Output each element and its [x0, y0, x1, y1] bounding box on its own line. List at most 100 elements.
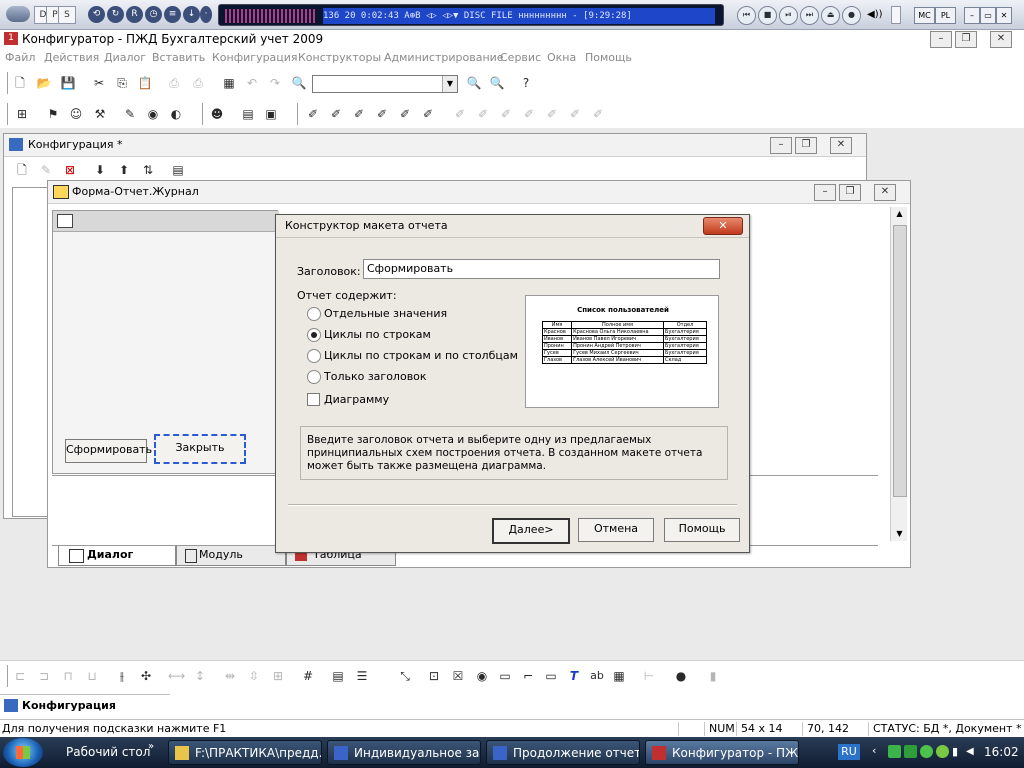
option-row-col-loops-label[interactable]: Циклы по строкам и по столбцам — [324, 349, 518, 362]
config-properties-icon[interactable]: ▤ — [170, 162, 186, 178]
constructor-5-icon[interactable]: ✐ — [397, 106, 413, 122]
align-top-icon[interactable]: ⊓ — [60, 668, 76, 684]
start-button[interactable] — [3, 738, 43, 767]
task-explorer[interactable]: F:\ПРАКТИКА\предд... — [168, 740, 322, 765]
ole-control-icon[interactable]: ● — [673, 668, 689, 684]
speaker-icon[interactable]: ◀ — [966, 745, 979, 758]
tab-order-icon[interactable]: ▤ — [330, 668, 346, 684]
dialog-titlebar[interactable]: Конструктор макета отчета ✕ — [276, 215, 749, 238]
find-next-icon[interactable]: 🔍 — [466, 75, 482, 91]
record-round-icon[interactable]: ● — [842, 6, 861, 25]
center-horizontal-icon[interactable]: ⫲ — [114, 668, 130, 684]
constructor-4-icon[interactable]: ✐ — [374, 106, 390, 122]
cut-icon[interactable]: ✂ — [91, 75, 107, 91]
constructor-12-icon[interactable]: ✐ — [567, 106, 583, 122]
scroll-up-icon[interactable]: ▲ — [891, 207, 908, 221]
interfaces-icon[interactable]: ✎ — [122, 106, 138, 122]
header-input[interactable]: Сформировать — [363, 259, 720, 279]
chevron-down-icon[interactable]: ▼ — [442, 76, 457, 92]
dialog-close-icon[interactable]: ✕ — [703, 217, 743, 235]
pointer-icon[interactable]: ⤡ — [397, 668, 413, 684]
constructor-10-icon[interactable]: ✐ — [521, 106, 537, 122]
shuffle-icon[interactable]: ⟲ — [88, 6, 105, 23]
chart-checkbox-label[interactable]: Диаграмму — [324, 393, 389, 406]
constructor-1-icon[interactable]: ✐ — [305, 106, 321, 122]
combo-control-icon[interactable]: ▭ — [543, 668, 559, 684]
media-shade-icon[interactable]: ▭ — [980, 7, 996, 24]
print-preview-icon[interactable]: ⎙ — [190, 75, 206, 91]
group-control-icon[interactable]: ▭ — [497, 668, 513, 684]
toolbar-grip[interactable] — [198, 103, 203, 125]
config-window-titlebar[interactable]: Конфигурация * – ❐ ✕ — [4, 134, 866, 157]
play-pause-icon[interactable]: ⏯ — [779, 6, 798, 25]
tab-module[interactable]: Модуль — [176, 546, 286, 566]
menu-dialog[interactable]: Диалог — [104, 51, 146, 64]
move-up-icon[interactable]: ⬆ — [116, 162, 132, 178]
tray-app-4-icon[interactable] — [936, 745, 949, 758]
app-minimize-icon[interactable]: – — [930, 31, 952, 48]
next-button[interactable]: Далее> — [492, 518, 570, 544]
toolbar-expand-icon[interactable]: » — [148, 741, 154, 752]
equalizer-icon[interactable]: ≡ — [164, 6, 181, 23]
align-left-icon[interactable]: ⊏ — [12, 668, 28, 684]
volume-slider[interactable] — [891, 6, 901, 24]
undo-icon[interactable]: ↶ — [244, 75, 260, 91]
stop-icon[interactable]: ■ — [758, 6, 777, 25]
media-minimize-icon[interactable]: – — [964, 7, 980, 24]
menu-configuration[interactable]: Конфигурация — [212, 51, 298, 64]
constructor-8-icon[interactable]: ✐ — [475, 106, 491, 122]
button-control-icon[interactable]: ⊡ — [426, 668, 442, 684]
option-row-col-loops-radio[interactable] — [307, 349, 321, 363]
cancel-button[interactable]: Отмена — [578, 518, 654, 542]
metadata-icon[interactable]: ⚑ — [45, 106, 61, 122]
open-icon[interactable]: 📂 — [36, 75, 52, 91]
network-icon[interactable]: ▮ — [952, 745, 965, 758]
checkbox-control-icon[interactable]: ☒ — [450, 668, 466, 684]
form-vscrollbar[interactable]: ▲ ▼ — [890, 207, 907, 541]
rights-icon[interactable]: ⚒ — [92, 106, 108, 122]
save-icon[interactable]: 💾 — [60, 75, 76, 91]
constructor-7-icon[interactable]: ✐ — [452, 106, 468, 122]
language-indicator[interactable]: RU — [838, 744, 860, 760]
menu-constructors[interactable]: Конструкторы — [298, 51, 381, 64]
record-icon[interactable]: R — [126, 6, 143, 23]
align-right-icon[interactable]: ⊐ — [36, 668, 52, 684]
download-icon[interactable]: ↓ — [183, 6, 200, 23]
task-word-2[interactable]: Продолжение отчет... — [486, 740, 640, 765]
menu-windows[interactable]: Окна — [547, 51, 576, 64]
chart-checkbox[interactable] — [307, 393, 320, 406]
app-close-icon[interactable]: ✕ — [990, 31, 1012, 48]
search-combo[interactable]: ▼ — [312, 75, 458, 93]
menu-file[interactable]: Файл — [5, 51, 35, 64]
help-button[interactable]: Помощь — [664, 518, 740, 542]
config-restore-icon[interactable]: ❐ — [795, 137, 817, 154]
config-tab[interactable]: Конфигурация — [22, 699, 116, 712]
paste-icon[interactable]: 📋 — [137, 75, 153, 91]
config-minimize-icon[interactable]: – — [770, 137, 792, 154]
repeat-icon[interactable]: ↻ — [107, 6, 124, 23]
radio-control-icon[interactable]: ◉ — [474, 668, 490, 684]
copy-icon[interactable]: ⎘ — [114, 75, 130, 91]
new-icon[interactable]: 🗋 — [12, 75, 28, 91]
redo-icon[interactable]: ↷ — [267, 75, 283, 91]
config-new-icon[interactable]: 🗋 — [14, 162, 30, 178]
form-generate-button[interactable]: Сформировать — [65, 439, 152, 463]
next-track-icon[interactable]: ⏭ — [800, 6, 819, 25]
toolbar-grip[interactable] — [3, 103, 8, 125]
toolbar-grip[interactable] — [3, 665, 8, 687]
eject-icon[interactable]: ⏏ — [821, 6, 840, 25]
scroll-down-icon[interactable]: ▼ — [891, 527, 908, 541]
same-width-icon[interactable]: ⟷ — [168, 668, 185, 684]
option-single-values-label[interactable]: Отдельные значения — [324, 307, 447, 320]
config-edit-icon[interactable]: ✎ — [38, 162, 54, 178]
form-close-icon[interactable]: ✕ — [874, 184, 896, 201]
constructor-2-icon[interactable]: ✐ — [328, 106, 344, 122]
constructor-11-icon[interactable]: ✐ — [544, 106, 560, 122]
help-icon[interactable]: ? — [518, 75, 534, 91]
form-minimize-icon[interactable]: – — [814, 184, 836, 201]
tree-control-icon[interactable]: ⊢ — [641, 668, 657, 684]
form-close-button[interactable]: Закрыть — [154, 434, 246, 464]
config-tree[interactable] — [12, 187, 52, 517]
config-close-icon[interactable]: ✕ — [830, 137, 852, 154]
tray-app-3-icon[interactable] — [920, 745, 933, 758]
